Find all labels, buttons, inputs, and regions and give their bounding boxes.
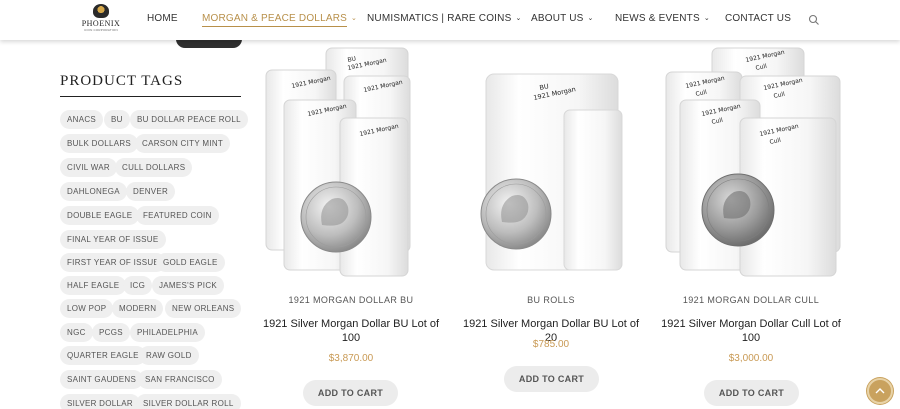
tag-final-year-of-issue[interactable]: FINAL YEAR OF ISSUE: [60, 230, 166, 249]
logo-subtitle: COIN CORPORATION: [84, 28, 118, 32]
add-to-cart-button[interactable]: ADD TO CART: [303, 380, 398, 406]
nav-numismatics-rare-coins[interactable]: NUMISMATICS | RARE COINS ⌄: [367, 13, 522, 24]
tag-first-year-of-issue[interactable]: FIRST YEAR OF ISSUE: [60, 253, 167, 272]
tag-carson-city-mint[interactable]: CARSON CITY MINT: [135, 134, 231, 153]
chevron-down-icon: ⌄: [515, 15, 522, 22]
tag-new-orleans[interactable]: NEW ORLEANS: [165, 299, 242, 318]
tag-anacs[interactable]: ANACS: [60, 110, 104, 129]
tag-silver-dollar[interactable]: SILVER DOLLAR: [60, 394, 140, 409]
product-title[interactable]: 1921 Silver Morgan Dollar Cull Lot of 10…: [656, 317, 846, 345]
tag-quarter-eagle[interactable]: QUARTER EAGLE: [60, 346, 146, 365]
product-price: $3,870.00: [328, 353, 374, 364]
nav-label: MORGAN & PEACE DOLLARS: [202, 13, 347, 27]
tag-philadelphia[interactable]: PHILADELPHIA: [130, 323, 205, 342]
nav-about-us[interactable]: ABOUT US ⌄: [531, 13, 594, 24]
nav-label: CONTACT US: [725, 13, 792, 24]
tag-saint-gaudens[interactable]: SAINT GAUDENS: [60, 370, 144, 389]
divider: [60, 96, 241, 97]
product-card: BU 1921 Morgan 1921 Morgan 1921 Morgan 1…: [256, 40, 446, 406]
tag-double-eagle[interactable]: DOUBLE EAGLE: [60, 206, 140, 225]
chevron-down-icon: ⌄: [703, 15, 710, 22]
tag-jamess-pick[interactable]: JAMES'S PICK: [152, 276, 225, 295]
nav-morgan-peace-dollars[interactable]: MORGAN & PEACE DOLLARS ⌄: [202, 13, 358, 27]
add-to-cart-button[interactable]: ADD TO CART: [704, 380, 799, 406]
tag-silver-dollar-roll[interactable]: SILVER DOLLAR ROLL: [136, 394, 241, 409]
tag-bulk-dollars[interactable]: BULK DOLLARS: [60, 134, 139, 153]
product-image[interactable]: 1921 Morgan Cull 1921 Morgan Cull 1921 M…: [656, 40, 846, 280]
product-price: $785.00: [532, 339, 570, 350]
product-category[interactable]: 1921 MORGAN DOLLAR CULL: [656, 295, 846, 305]
product-image[interactable]: BU 1921 Morgan 1921 Morgan 1921 Morgan 1…: [256, 40, 446, 280]
chevron-down-icon: ⌄: [587, 15, 594, 22]
tag-raw-gold[interactable]: RAW GOLD: [139, 346, 199, 365]
chevron-down-icon: ⌄: [351, 15, 358, 22]
phoenix-logo-icon: [93, 4, 109, 18]
tag-ngc[interactable]: NGC: [60, 323, 93, 342]
search-icon[interactable]: [808, 13, 820, 25]
tag-bu-dollar-peace-roll[interactable]: BU DOLLAR PEACE ROLL: [130, 110, 248, 129]
product-card: 1921 Morgan Cull 1921 Morgan Cull 1921 M…: [656, 40, 846, 406]
tag-bu[interactable]: BU: [104, 110, 130, 129]
tag-low-pop[interactable]: LOW POP: [60, 299, 114, 318]
nav-label: NUMISMATICS | RARE COINS: [367, 13, 512, 24]
nav-home[interactable]: HOME: [147, 13, 178, 24]
nav-label: HOME: [147, 13, 178, 24]
tag-half-eagle[interactable]: HALF EAGLE: [60, 276, 127, 295]
tag-civil-war[interactable]: CIVIL WAR: [60, 158, 118, 177]
site-header: PHOENIX COIN CORPORATION HOME MORGAN & P…: [0, 0, 900, 40]
product-image[interactable]: BU 1921 Morgan: [456, 40, 646, 280]
tag-cull-dollars[interactable]: CULL DOLLARS: [115, 158, 193, 177]
product-category[interactable]: 1921 MORGAN DOLLAR BU: [256, 295, 446, 305]
product-title[interactable]: 1921 Silver Morgan Dollar BU Lot of 100: [256, 317, 446, 345]
site-logo[interactable]: PHOENIX COIN CORPORATION: [80, 4, 122, 36]
tag-icg[interactable]: ICG: [123, 276, 153, 295]
tag-pcgs[interactable]: PCGS: [92, 323, 130, 342]
tag-modern[interactable]: MODERN: [112, 299, 164, 318]
add-to-cart-button[interactable]: ADD TO CART: [504, 366, 599, 392]
tag-featured-coin[interactable]: FEATURED COIN: [136, 206, 219, 225]
scroll-to-top-button[interactable]: [867, 378, 893, 404]
tag-denver[interactable]: DENVER: [126, 182, 176, 201]
tag-gold-eagle[interactable]: GOLD EAGLE: [156, 253, 225, 272]
product-category[interactable]: BU ROLLS: [456, 295, 646, 305]
chevron-up-icon: [875, 388, 885, 394]
product-tags-title: PRODUCT TAGS: [60, 73, 184, 89]
product-card: BU 1921 Morgan BU ROLLS 1921 Silver Morg…: [456, 40, 646, 392]
nav-label: ABOUT US: [531, 13, 584, 24]
nav-contact-us[interactable]: CONTACT US: [725, 13, 791, 24]
tag-dahlonega[interactable]: DAHLONEGA: [60, 182, 127, 201]
nav-news-events[interactable]: NEWS & EVENTS ⌄: [615, 13, 710, 24]
product-price: $3,000.00: [728, 353, 774, 364]
tag-san-francisco[interactable]: SAN FRANCISCO: [138, 370, 222, 389]
nav-label: NEWS & EVENTS: [615, 13, 700, 24]
logo-name: PHOENIX: [81, 19, 121, 28]
